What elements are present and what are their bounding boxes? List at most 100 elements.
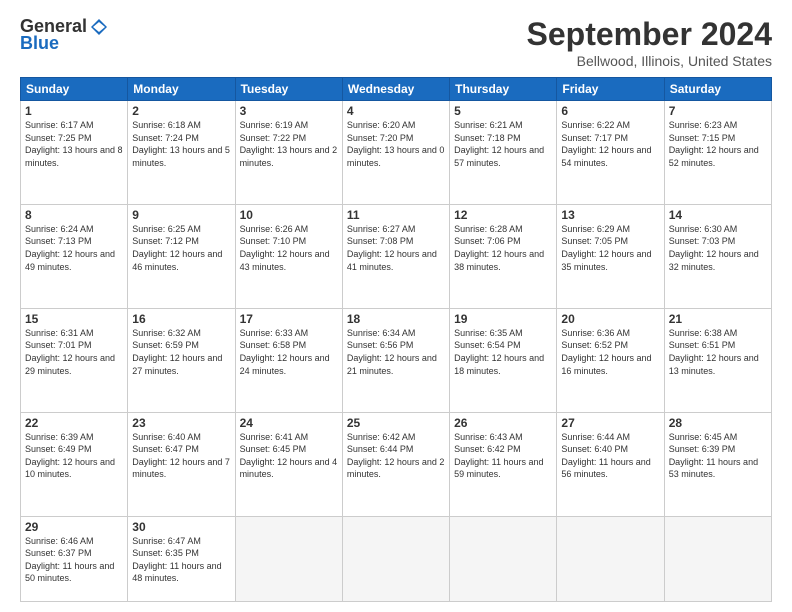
table-row: 19 Sunrise: 6:35 AMSunset: 6:54 PMDaylig… bbox=[450, 308, 557, 412]
table-row: 10 Sunrise: 6:26 AMSunset: 7:10 PMDaylig… bbox=[235, 204, 342, 308]
day-number: 30 bbox=[132, 520, 230, 534]
day-number: 24 bbox=[240, 416, 338, 430]
day-number: 8 bbox=[25, 208, 123, 222]
day-number: 14 bbox=[669, 208, 767, 222]
logo-blue-text: Blue bbox=[20, 33, 59, 54]
day-number: 19 bbox=[454, 312, 552, 326]
day-info: Sunrise: 6:34 AMSunset: 6:56 PMDaylight:… bbox=[347, 328, 437, 376]
day-number: 11 bbox=[347, 208, 445, 222]
table-row: 6 Sunrise: 6:22 AMSunset: 7:17 PMDayligh… bbox=[557, 101, 664, 205]
day-info: Sunrise: 6:45 AMSunset: 6:39 PMDaylight:… bbox=[669, 432, 758, 480]
page: General Blue September 2024 Bellwood, Il… bbox=[0, 0, 792, 612]
day-info: Sunrise: 6:22 AMSunset: 7:17 PMDaylight:… bbox=[561, 120, 651, 168]
day-info: Sunrise: 6:47 AMSunset: 6:35 PMDaylight:… bbox=[132, 536, 221, 584]
day-info: Sunrise: 6:39 AMSunset: 6:49 PMDaylight:… bbox=[25, 432, 115, 480]
day-number: 3 bbox=[240, 104, 338, 118]
day-number: 18 bbox=[347, 312, 445, 326]
table-row: 27 Sunrise: 6:44 AMSunset: 6:40 PMDaylig… bbox=[557, 412, 664, 516]
day-number: 23 bbox=[132, 416, 230, 430]
day-info: Sunrise: 6:26 AMSunset: 7:10 PMDaylight:… bbox=[240, 224, 330, 272]
day-info: Sunrise: 6:33 AMSunset: 6:58 PMDaylight:… bbox=[240, 328, 330, 376]
col-sunday: Sunday bbox=[21, 78, 128, 101]
day-info: Sunrise: 6:41 AMSunset: 6:45 PMDaylight:… bbox=[240, 432, 338, 480]
day-info: Sunrise: 6:35 AMSunset: 6:54 PMDaylight:… bbox=[454, 328, 544, 376]
table-row bbox=[664, 516, 771, 602]
table-row: 17 Sunrise: 6:33 AMSunset: 6:58 PMDaylig… bbox=[235, 308, 342, 412]
day-number: 29 bbox=[25, 520, 123, 534]
table-row: 1 Sunrise: 6:17 AMSunset: 7:25 PMDayligh… bbox=[21, 101, 128, 205]
day-number: 7 bbox=[669, 104, 767, 118]
calendar-table: Sunday Monday Tuesday Wednesday Thursday… bbox=[20, 77, 772, 602]
day-info: Sunrise: 6:40 AMSunset: 6:47 PMDaylight:… bbox=[132, 432, 230, 480]
day-number: 10 bbox=[240, 208, 338, 222]
day-number: 6 bbox=[561, 104, 659, 118]
day-info: Sunrise: 6:31 AMSunset: 7:01 PMDaylight:… bbox=[25, 328, 115, 376]
day-info: Sunrise: 6:36 AMSunset: 6:52 PMDaylight:… bbox=[561, 328, 651, 376]
day-info: Sunrise: 6:17 AMSunset: 7:25 PMDaylight:… bbox=[25, 120, 123, 168]
table-row: 29 Sunrise: 6:46 AMSunset: 6:37 PMDaylig… bbox=[21, 516, 128, 602]
table-row: 14 Sunrise: 6:30 AMSunset: 7:03 PMDaylig… bbox=[664, 204, 771, 308]
col-friday: Friday bbox=[557, 78, 664, 101]
table-row bbox=[235, 516, 342, 602]
day-info: Sunrise: 6:46 AMSunset: 6:37 PMDaylight:… bbox=[25, 536, 114, 584]
day-info: Sunrise: 6:19 AMSunset: 7:22 PMDaylight:… bbox=[240, 120, 338, 168]
table-row: 25 Sunrise: 6:42 AMSunset: 6:44 PMDaylig… bbox=[342, 412, 449, 516]
table-row bbox=[450, 516, 557, 602]
day-info: Sunrise: 6:32 AMSunset: 6:59 PMDaylight:… bbox=[132, 328, 222, 376]
col-thursday: Thursday bbox=[450, 78, 557, 101]
day-number: 21 bbox=[669, 312, 767, 326]
day-number: 22 bbox=[25, 416, 123, 430]
col-saturday: Saturday bbox=[664, 78, 771, 101]
day-info: Sunrise: 6:18 AMSunset: 7:24 PMDaylight:… bbox=[132, 120, 230, 168]
day-info: Sunrise: 6:28 AMSunset: 7:06 PMDaylight:… bbox=[454, 224, 544, 272]
day-info: Sunrise: 6:27 AMSunset: 7:08 PMDaylight:… bbox=[347, 224, 437, 272]
day-info: Sunrise: 6:25 AMSunset: 7:12 PMDaylight:… bbox=[132, 224, 222, 272]
table-row: 7 Sunrise: 6:23 AMSunset: 7:15 PMDayligh… bbox=[664, 101, 771, 205]
month-title: September 2024 bbox=[527, 16, 772, 53]
title-block: September 2024 Bellwood, Illinois, Unite… bbox=[527, 16, 772, 69]
table-row: 3 Sunrise: 6:19 AMSunset: 7:22 PMDayligh… bbox=[235, 101, 342, 205]
day-number: 9 bbox=[132, 208, 230, 222]
table-row: 28 Sunrise: 6:45 AMSunset: 6:39 PMDaylig… bbox=[664, 412, 771, 516]
day-number: 26 bbox=[454, 416, 552, 430]
day-info: Sunrise: 6:29 AMSunset: 7:05 PMDaylight:… bbox=[561, 224, 651, 272]
table-row: 16 Sunrise: 6:32 AMSunset: 6:59 PMDaylig… bbox=[128, 308, 235, 412]
day-number: 12 bbox=[454, 208, 552, 222]
table-row bbox=[557, 516, 664, 602]
day-info: Sunrise: 6:38 AMSunset: 6:51 PMDaylight:… bbox=[669, 328, 759, 376]
table-row bbox=[342, 516, 449, 602]
col-wednesday: Wednesday bbox=[342, 78, 449, 101]
logo-icon bbox=[89, 17, 109, 37]
day-info: Sunrise: 6:23 AMSunset: 7:15 PMDaylight:… bbox=[669, 120, 759, 168]
table-row: 22 Sunrise: 6:39 AMSunset: 6:49 PMDaylig… bbox=[21, 412, 128, 516]
table-row: 20 Sunrise: 6:36 AMSunset: 6:52 PMDaylig… bbox=[557, 308, 664, 412]
table-row: 11 Sunrise: 6:27 AMSunset: 7:08 PMDaylig… bbox=[342, 204, 449, 308]
day-number: 5 bbox=[454, 104, 552, 118]
day-info: Sunrise: 6:43 AMSunset: 6:42 PMDaylight:… bbox=[454, 432, 543, 480]
table-row: 30 Sunrise: 6:47 AMSunset: 6:35 PMDaylig… bbox=[128, 516, 235, 602]
logo: General Blue bbox=[20, 16, 109, 54]
day-info: Sunrise: 6:21 AMSunset: 7:18 PMDaylight:… bbox=[454, 120, 544, 168]
day-info: Sunrise: 6:20 AMSunset: 7:20 PMDaylight:… bbox=[347, 120, 445, 168]
day-info: Sunrise: 6:24 AMSunset: 7:13 PMDaylight:… bbox=[25, 224, 115, 272]
day-number: 15 bbox=[25, 312, 123, 326]
table-row: 15 Sunrise: 6:31 AMSunset: 7:01 PMDaylig… bbox=[21, 308, 128, 412]
day-number: 16 bbox=[132, 312, 230, 326]
day-number: 28 bbox=[669, 416, 767, 430]
header: General Blue September 2024 Bellwood, Il… bbox=[20, 16, 772, 69]
table-row: 26 Sunrise: 6:43 AMSunset: 6:42 PMDaylig… bbox=[450, 412, 557, 516]
table-row: 9 Sunrise: 6:25 AMSunset: 7:12 PMDayligh… bbox=[128, 204, 235, 308]
table-row: 12 Sunrise: 6:28 AMSunset: 7:06 PMDaylig… bbox=[450, 204, 557, 308]
col-monday: Monday bbox=[128, 78, 235, 101]
day-number: 2 bbox=[132, 104, 230, 118]
day-number: 13 bbox=[561, 208, 659, 222]
col-tuesday: Tuesday bbox=[235, 78, 342, 101]
day-number: 4 bbox=[347, 104, 445, 118]
day-info: Sunrise: 6:30 AMSunset: 7:03 PMDaylight:… bbox=[669, 224, 759, 272]
table-row: 21 Sunrise: 6:38 AMSunset: 6:51 PMDaylig… bbox=[664, 308, 771, 412]
table-row: 23 Sunrise: 6:40 AMSunset: 6:47 PMDaylig… bbox=[128, 412, 235, 516]
table-row: 13 Sunrise: 6:29 AMSunset: 7:05 PMDaylig… bbox=[557, 204, 664, 308]
table-row: 2 Sunrise: 6:18 AMSunset: 7:24 PMDayligh… bbox=[128, 101, 235, 205]
day-number: 17 bbox=[240, 312, 338, 326]
day-info: Sunrise: 6:44 AMSunset: 6:40 PMDaylight:… bbox=[561, 432, 650, 480]
